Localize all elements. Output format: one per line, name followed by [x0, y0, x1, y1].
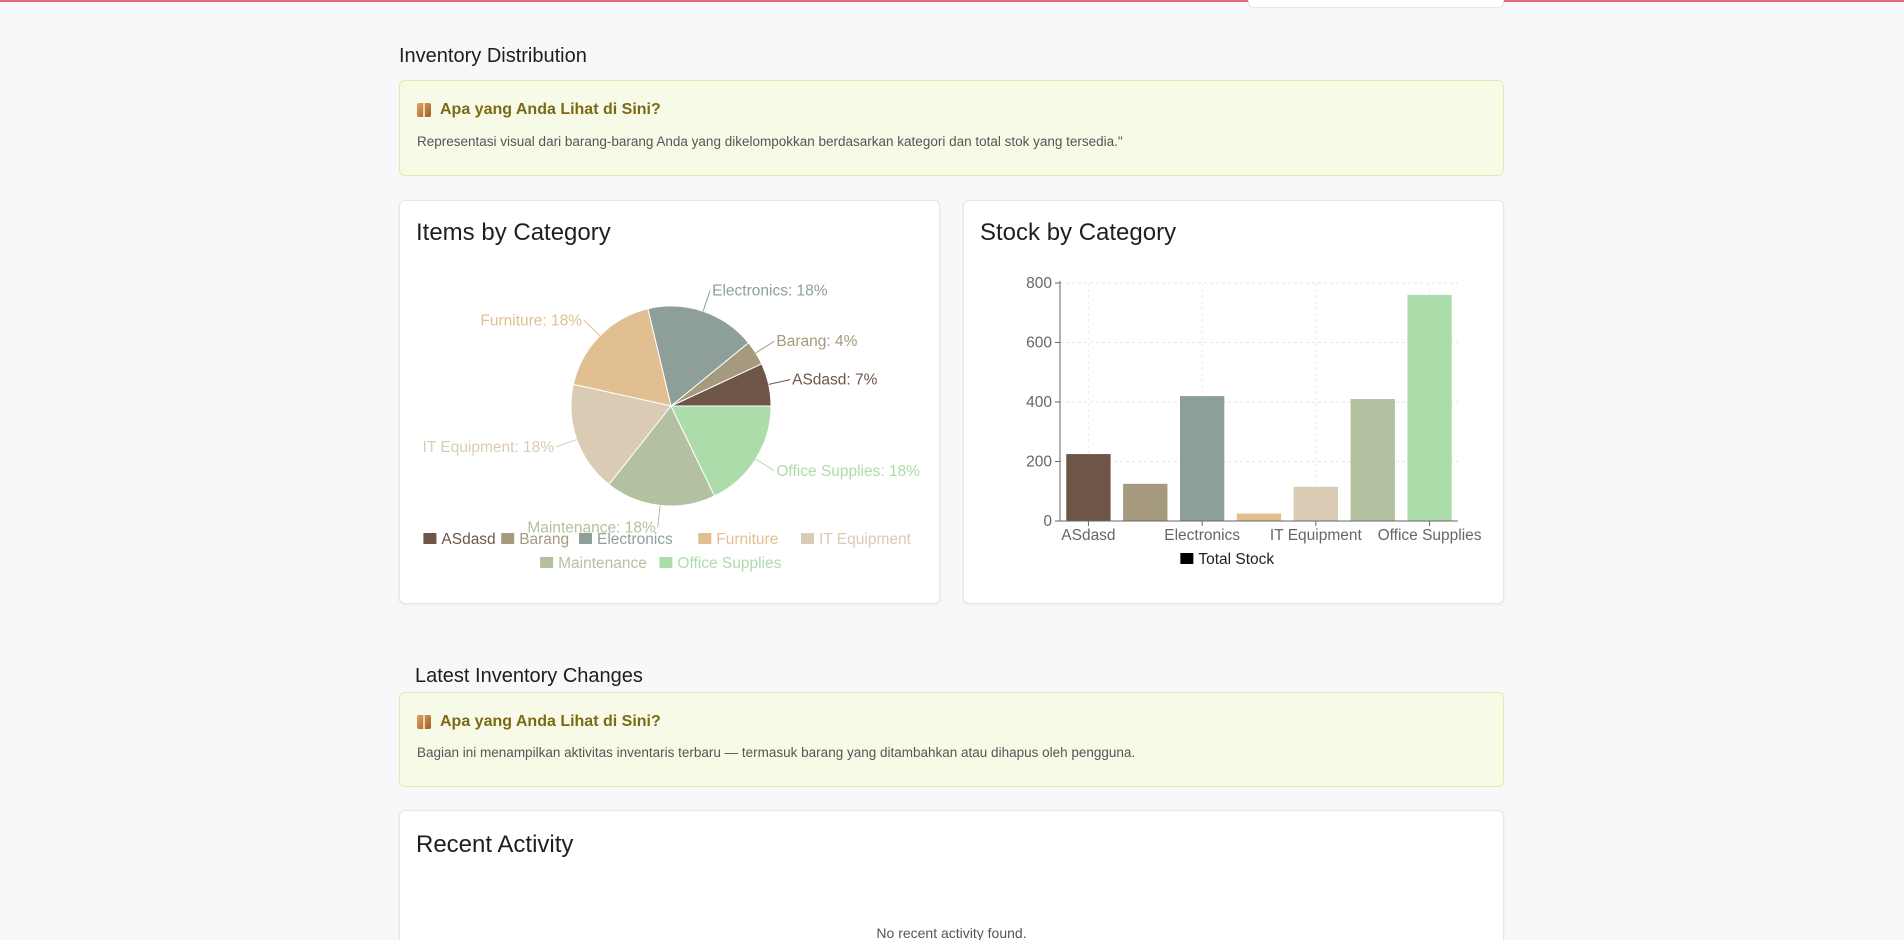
legend-label-it-equipment: IT Equipment: [819, 531, 912, 548]
pie-label: Barang: 4%: [776, 333, 857, 350]
pie-label: Furniture: 18%: [480, 312, 582, 329]
legend-label-maintenance: Maintenance: [558, 555, 647, 572]
pie-label: ASdasd: 7%: [792, 372, 878, 389]
x-tick-label: Electronics: [1164, 527, 1240, 544]
legend-label-electronics: Electronics: [597, 531, 673, 548]
pie-label-line: [755, 458, 775, 472]
x-tick-label: Office Supplies: [1378, 527, 1482, 544]
legend-swatch-maintenance: [540, 557, 554, 568]
info-heading-row: Apa yang Anda Lihat di Sini?: [417, 713, 661, 731]
y-tick-label: 0: [1043, 513, 1052, 530]
section-title-latest: Latest Inventory Changes: [415, 665, 643, 687]
x-tick-label: ASdasd: [1061, 527, 1115, 544]
bar-chart: 0 200 400 600 800 ASdasd Electronics IT Equipme…: [1026, 275, 1482, 568]
info-heading-row: Apa yang Anda Lihat di Sini?: [417, 101, 661, 119]
top-accent-line: [0, 0, 1904, 2]
bar-office-supplies: [1407, 294, 1452, 521]
pie-label-line: [555, 439, 577, 448]
y-tick-label: 400: [1026, 394, 1052, 411]
package-icon: [417, 715, 431, 729]
legend-label-office-supplies: Office Supplies: [677, 555, 781, 572]
pie-label: Office Supplies: 18%: [776, 463, 920, 480]
legend-swatch-office-supplies: [659, 557, 673, 568]
legend-swatch-asdasd: [423, 533, 437, 544]
recent-activity-card: Recent Activity No recent activity found…: [399, 810, 1504, 940]
bar-maintenance: [1350, 399, 1395, 521]
y-tick-label: 200: [1026, 454, 1052, 471]
pie-label-line: [583, 320, 601, 337]
info-heading: Apa yang Anda Lihat di Sini?: [440, 101, 661, 118]
bar-barang: [1123, 483, 1168, 521]
bar-chart-card: Stock by Category 0 200 400 600 800 ASdasd Ele…: [963, 200, 1504, 604]
pie-label: IT Equipment: 18%: [423, 439, 555, 456]
y-tick-label: 800: [1026, 275, 1052, 292]
y-tick-label: 600: [1026, 335, 1052, 352]
pie-label-line: [768, 379, 791, 385]
pie-label-line: [755, 340, 775, 354]
section-title-distribution: Inventory Distribution: [399, 45, 587, 67]
pie-label-line: [702, 290, 711, 312]
bar-electronics: [1179, 396, 1225, 521]
pie-chart-card: Items by Category ASdasd: 7% Barang: 4% El…: [399, 200, 940, 604]
bar-furniture: [1236, 513, 1282, 521]
header-card-edge: [1248, 0, 1504, 8]
pie-label-line: [657, 505, 661, 528]
info-text: Representasi visual dari barang-barang A…: [417, 134, 1123, 149]
legend-label-furniture: Furniture: [716, 531, 778, 548]
info-box-latest: Apa yang Anda Lihat di Sini? Bagian ini …: [399, 692, 1504, 787]
info-text: Bagian ini menampilkan aktivitas inventa…: [417, 745, 1136, 760]
legend-label-asdasd: ASdasd: [441, 531, 495, 548]
legend-swatch-furniture: [698, 533, 712, 544]
pie-label: Electronics: 18%: [712, 282, 828, 299]
legend-swatch-total-stock: [1180, 553, 1194, 564]
info-box-distribution: Apa yang Anda Lihat di Sini? Representas…: [399, 80, 1504, 176]
info-heading: Apa yang Anda Lihat di Sini?: [440, 713, 661, 730]
recent-activity-title: Recent Activity: [416, 831, 574, 858]
legend-label-total-stock: Total Stock: [1198, 551, 1274, 568]
bar-it-equipment: [1293, 486, 1339, 521]
pie-chart: ASdasd: 7% Barang: 4% Electronics: 18% Furn…: [423, 282, 921, 572]
x-tick-label: IT Equipment: [1270, 527, 1363, 544]
legend-swatch-electronics: [579, 533, 592, 544]
package-icon: [417, 103, 431, 117]
bar-asdasd: [1066, 454, 1111, 521]
legend-label-barang: Barang: [519, 531, 569, 548]
empty-activity-message: No recent activity found.: [876, 925, 1027, 940]
legend-swatch-barang: [501, 533, 515, 544]
legend-swatch-it-equipment: [801, 533, 814, 544]
